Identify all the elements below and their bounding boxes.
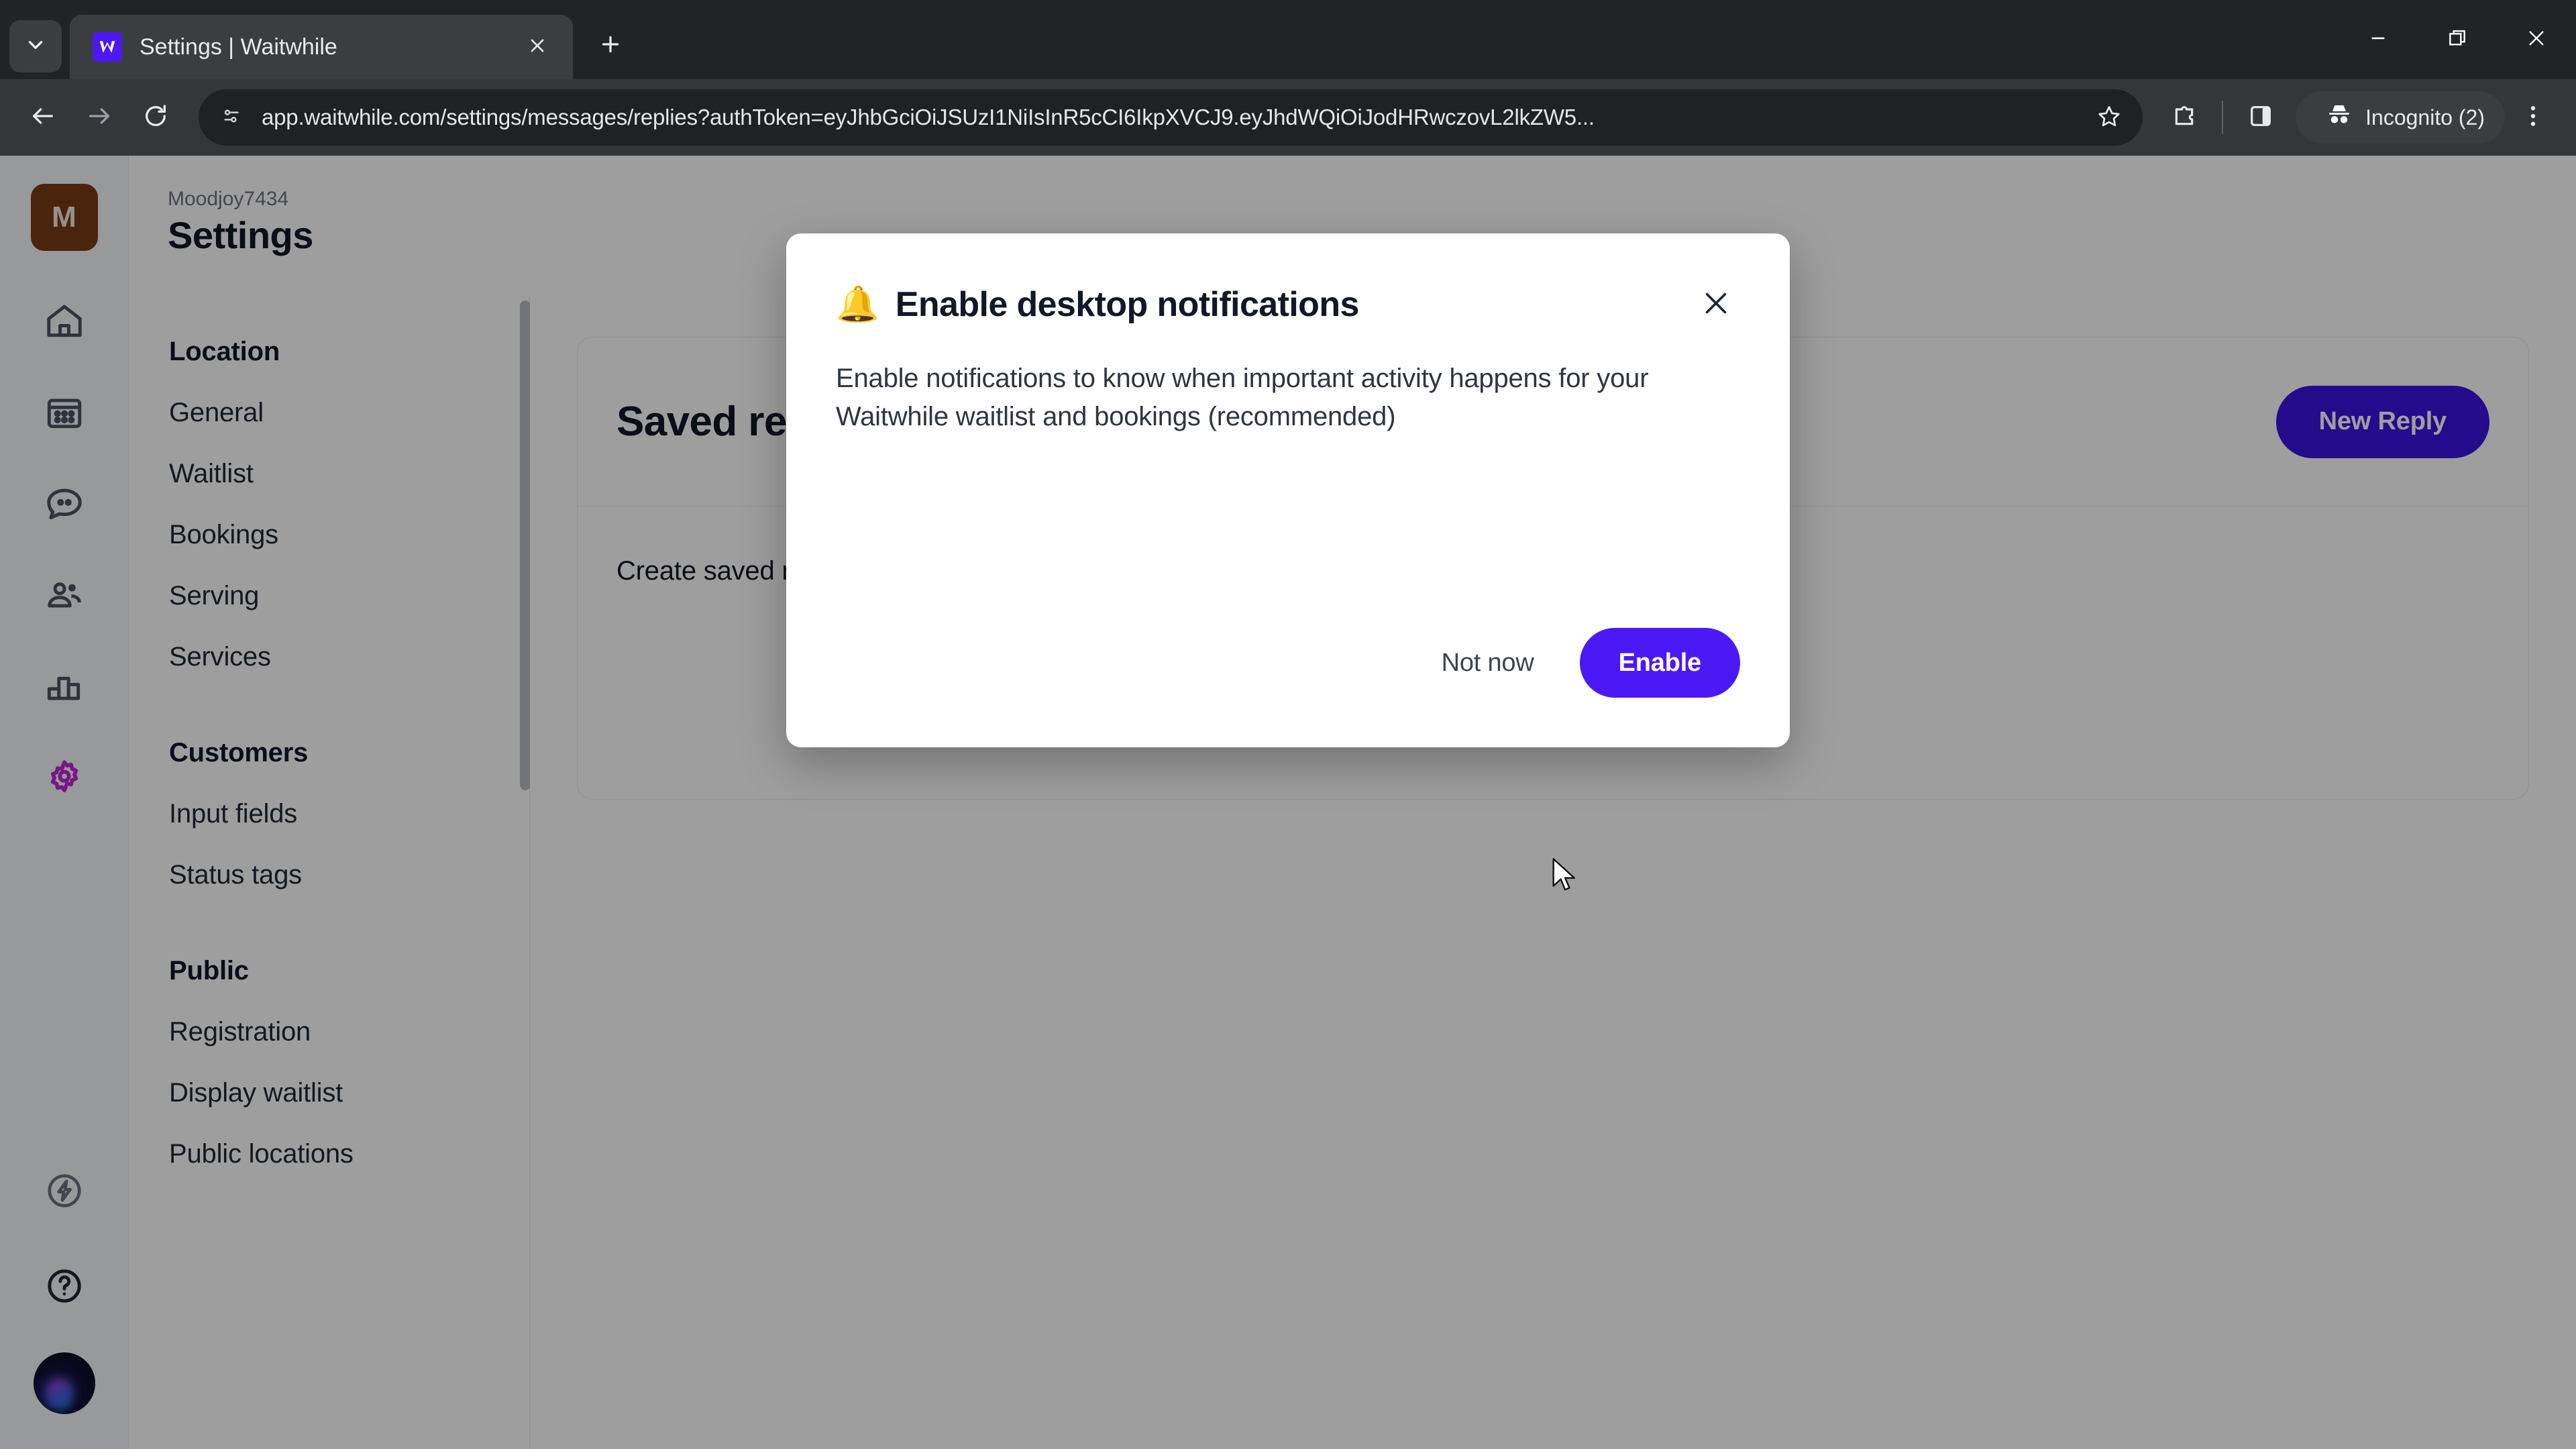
tab-search-button[interactable] <box>9 20 62 72</box>
three-dots-menu-icon <box>2520 103 2546 133</box>
extensions-button[interactable] <box>2156 89 2212 146</box>
page-info-icon <box>221 105 242 130</box>
close-icon <box>1701 288 1731 322</box>
side-panel-icon <box>2247 103 2274 133</box>
not-now-button[interactable]: Not now <box>1419 631 1557 695</box>
reload-icon <box>142 103 169 133</box>
waitwhile-favicon <box>93 32 122 62</box>
mouse-cursor <box>1551 857 1580 895</box>
forward-arrow-icon <box>86 103 113 133</box>
browser-toolbar: app.waitwhile.com/settings/messages/repl… <box>0 79 2576 156</box>
side-panel-button[interactable] <box>2233 89 2289 146</box>
browser-window: Settings | Waitwhile app.waitwhile.com/s… <box>0 0 2576 1449</box>
incognito-profile-chip[interactable]: Incognito (2) <box>2296 91 2505 144</box>
dialog-close-button[interactable] <box>1692 280 1740 329</box>
back-arrow-icon <box>30 103 56 133</box>
browser-tab[interactable]: Settings | Waitwhile <box>70 15 573 79</box>
window-controls <box>2339 0 2576 79</box>
browser-menu-button[interactable] <box>2505 89 2561 146</box>
new-tab-button[interactable] <box>585 20 636 71</box>
bookmark-button[interactable] <box>2088 96 2131 139</box>
bell-icon: 🔔 <box>836 285 879 324</box>
close-icon <box>2526 28 2547 52</box>
enable-button[interactable]: Enable <box>1579 628 1740 698</box>
maximize-button[interactable] <box>2418 0 2497 79</box>
minimize-icon <box>2367 28 2389 52</box>
dialog-actions: Not now Enable <box>1419 628 1740 698</box>
chevron-down-icon <box>24 34 47 60</box>
dialog-body: Enable notifications to know when import… <box>786 329 1790 436</box>
desktop-notifications-dialog: 🔔 Enable desktop notifications Enable no… <box>786 233 1790 747</box>
dialog-title-wrap: 🔔 Enable desktop notifications <box>836 284 1359 325</box>
toolbar-divider <box>2222 101 2224 134</box>
close-icon <box>528 36 547 58</box>
minimize-button[interactable] <box>2339 0 2418 79</box>
restore-icon <box>2447 28 2468 52</box>
dialog-header: 🔔 Enable desktop notifications <box>786 233 1790 329</box>
dialog-title: Enable desktop notifications <box>895 285 1360 324</box>
back-button[interactable] <box>15 89 71 146</box>
window-close-button[interactable] <box>2497 0 2576 79</box>
incognito-label: Incognito (2) <box>2365 105 2485 129</box>
star-icon <box>2097 104 2121 131</box>
dialog-description: Enable notifications to know when import… <box>836 364 1649 431</box>
tab-close-button[interactable] <box>519 29 555 65</box>
tab-title: Settings | Waitwhile <box>140 34 337 60</box>
incognito-icon <box>2325 101 2353 134</box>
forward-button[interactable] <box>71 89 127 146</box>
address-bar[interactable]: app.waitwhile.com/settings/messages/repl… <box>199 89 2143 146</box>
tab-strip: Settings | Waitwhile <box>0 0 636 79</box>
url-text: app.waitwhile.com/settings/messages/repl… <box>262 105 1595 129</box>
site-info-button[interactable] <box>211 97 252 138</box>
reload-button[interactable] <box>127 89 184 146</box>
browser-titlebar: Settings | Waitwhile <box>0 0 2576 79</box>
plus-icon <box>598 32 623 60</box>
extensions-puzzle-icon <box>2171 103 2198 133</box>
